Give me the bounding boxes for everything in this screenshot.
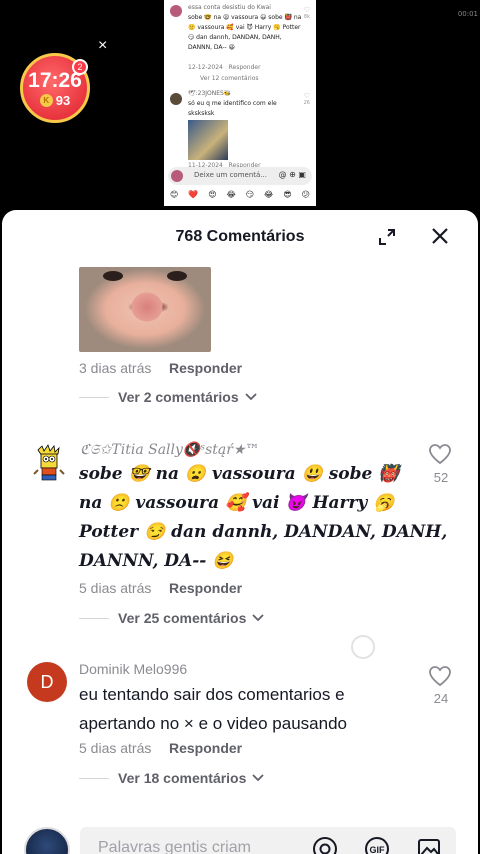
video-comment2-avatar bbox=[170, 93, 182, 105]
emoji-icon[interactable]: 😎 bbox=[283, 190, 291, 204]
avatar[interactable] bbox=[30, 444, 70, 484]
like-count: 24 bbox=[433, 691, 449, 706]
video-comment2-heart-icon[interactable]: ♡ bbox=[304, 92, 310, 100]
video-clock: 00:01 bbox=[457, 10, 478, 18]
video-comment2-username: 🕊:23JONES🐝 bbox=[188, 90, 232, 97]
comment-timestamp: 3 dias atrás bbox=[79, 360, 152, 376]
video-comment-likes: 8k bbox=[303, 14, 310, 20]
divider bbox=[79, 618, 109, 619]
my-avatar[interactable] bbox=[24, 827, 70, 854]
gif-icon[interactable]: GIF bbox=[364, 836, 390, 854]
video-comment2-image bbox=[188, 120, 228, 160]
screen: essa conta desistiu do Kwai sobe 🤓 na 😦 … bbox=[0, 0, 480, 854]
notification-badge: 2 bbox=[72, 59, 88, 75]
view-replies-label: Ver 2 comentários bbox=[118, 389, 239, 405]
emoji-icon[interactable]: 😂 bbox=[264, 190, 273, 204]
loading-spinner-icon bbox=[351, 635, 375, 659]
coin-icon: K bbox=[39, 93, 53, 107]
comment-timestamp: 5 dias atrás bbox=[79, 580, 152, 596]
comment-text-line: eu tentando sair dos comentarios e bbox=[79, 685, 345, 704]
view-replies-button[interactable]: Ver 2 comentários bbox=[118, 389, 257, 405]
video-comment-date: 12-12-2024 Responder bbox=[188, 64, 261, 71]
coin-count: 93 bbox=[55, 92, 71, 108]
video-view-more[interactable]: Ver 12 comentários bbox=[200, 74, 302, 84]
emoji-icon[interactable]: 😏 bbox=[246, 190, 254, 204]
timer-coins: K 93 bbox=[39, 92, 71, 108]
view-replies-button[interactable]: Ver 25 comentários bbox=[118, 610, 265, 626]
video-input-avatar bbox=[171, 170, 183, 182]
comment-text-line: na 🙁 vassoura 🥰 vai 😈 Harry 🥱 bbox=[79, 493, 395, 513]
avatar[interactable]: D bbox=[27, 662, 67, 702]
close-icon[interactable] bbox=[428, 224, 452, 248]
emoji-icon[interactable]: ❤️ bbox=[188, 190, 198, 204]
view-replies-label: Ver 18 comentários bbox=[118, 770, 247, 786]
video-comment2-likes: 26 bbox=[303, 100, 310, 106]
chevron-down-icon bbox=[252, 774, 265, 782]
image-detail bbox=[103, 271, 123, 281]
video-input-placeholder: Deixe um comentá... bbox=[194, 171, 267, 179]
comment-username[interactable]: ℭ𝔖✩𝑇𝑖𝑡𝑖𝑎 𝑆𝑎𝑙𝑙𝑦🔇ˢstąŕ★™ bbox=[80, 442, 259, 458]
avatar-image bbox=[33, 444, 65, 481]
video-comment-heart-icon[interactable]: ♡ bbox=[304, 6, 310, 14]
image-detail bbox=[167, 271, 187, 281]
emoji-icon[interactable]: 😊 bbox=[170, 190, 178, 204]
comment-text: sobe 🤓 na 😦 vassoura 😃 sobe 👹 na 🙁 vasso… bbox=[79, 460, 447, 576]
comment-text-line: DANNN, DA-- 😆 bbox=[79, 551, 234, 571]
reply-button[interactable]: Responder bbox=[169, 740, 242, 756]
comment-timestamp: 5 dias atrás bbox=[79, 740, 152, 756]
video-input-bar[interactable]: Deixe um comentá... @ ⊕ ▣ bbox=[168, 167, 312, 185]
video-comment-avatar bbox=[170, 5, 182, 17]
video-comment-text: sobe 🤓 na 😦 vassoura 😃 sobe 👹 na 🙁 vasso… bbox=[188, 14, 302, 51]
comment-image[interactable] bbox=[79, 267, 211, 352]
comment-input-placeholder: Palavras gentis criam bbox=[98, 839, 251, 854]
comment-input[interactable]: Palavras gentis criam GIF bbox=[80, 827, 456, 854]
video-preview[interactable]: essa conta desistiu do Kwai sobe 🤓 na 😦 … bbox=[164, 0, 316, 206]
comment-text-line: apertando no × e o video pausando bbox=[79, 714, 347, 733]
comments-sheet: 768 Comentários 3 dias atrás Responder V… bbox=[2, 210, 478, 854]
comment-input-bar: Palavras gentis criam GIF bbox=[24, 823, 456, 854]
comment-text-line: Potter 😏 dan dannh, DANDAN, DANH, bbox=[79, 522, 448, 542]
video-input-icons: @ ⊕ ▣ bbox=[278, 170, 306, 179]
comment-username[interactable]: Dominik Melo996 bbox=[79, 661, 187, 677]
image-icon[interactable] bbox=[416, 836, 442, 854]
reply-button[interactable]: Responder bbox=[169, 360, 242, 376]
comment-text: eu tentando sair dos comentarios e apert… bbox=[79, 680, 347, 738]
chevron-down-icon bbox=[244, 393, 257, 401]
svg-text:GIF: GIF bbox=[370, 845, 386, 854]
emoji-icon[interactable]: 😍 bbox=[208, 190, 216, 204]
like-heart-icon[interactable] bbox=[428, 665, 452, 687]
emoji-icon[interactable]: 😂 bbox=[226, 190, 235, 204]
reply-button[interactable]: Responder bbox=[169, 580, 242, 596]
like-count: 52 bbox=[433, 470, 449, 485]
close-overlay-icon[interactable]: × bbox=[98, 37, 107, 55]
comments-title: 768 Comentários bbox=[175, 228, 305, 245]
expand-icon[interactable] bbox=[378, 228, 396, 246]
video-emoji-row[interactable]: 😊 ❤️ 😍 😂 😏 😂 😎 😕 bbox=[170, 190, 310, 204]
view-replies-label: Ver 25 comentários bbox=[118, 610, 247, 626]
emoji-icon[interactable]: 😕 bbox=[302, 190, 310, 204]
like-heart-icon[interactable] bbox=[428, 443, 452, 465]
divider bbox=[79, 778, 109, 779]
mention-icon[interactable] bbox=[312, 836, 338, 854]
video-comment-username: essa conta desistiu do Kwai bbox=[188, 4, 271, 11]
divider bbox=[79, 397, 109, 398]
video-comment2-text: só eu q me identifico com ele sksksksk bbox=[188, 100, 277, 117]
view-replies-button[interactable]: Ver 18 comentários bbox=[118, 770, 265, 786]
comment-text-line: sobe 🤓 na 😦 vassoura 😃 sobe 👹 bbox=[79, 464, 400, 484]
chevron-down-icon bbox=[252, 614, 265, 622]
